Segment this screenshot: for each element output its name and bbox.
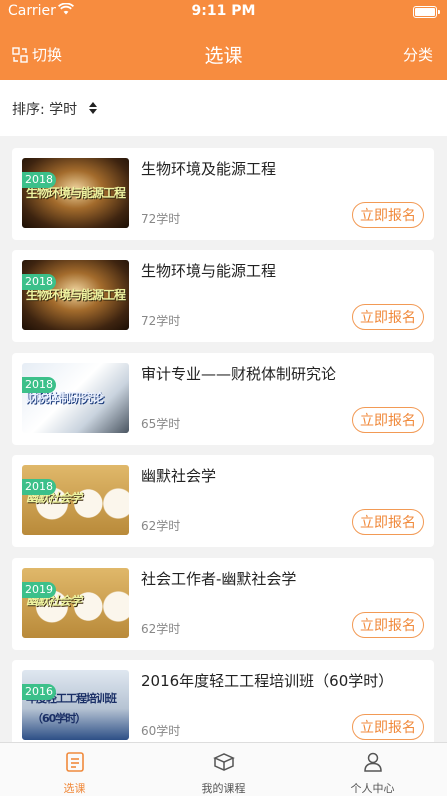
- switch-label: 切换: [32, 46, 63, 64]
- year-badge: 2016: [22, 684, 56, 700]
- course-card[interactable]: 幽默社会学 2018 幽默社会学 62学时 立即报名: [12, 455, 434, 547]
- course-thumbnail: 幽默社会学 2018: [22, 465, 129, 535]
- course-title: 生物环境及能源工程: [141, 160, 277, 178]
- course-hours: 62学时: [141, 519, 181, 533]
- tab-label: 选课: [63, 782, 86, 795]
- course-card[interactable]: 财税体制研究论 2018 审计专业——财税体制研究论 65学时 立即报名: [12, 353, 434, 445]
- course-card[interactable]: 生物环境与能源工程 2018 生物环境及能源工程 72学时 立即报名: [12, 148, 434, 240]
- course-select-icon: [66, 752, 84, 772]
- enroll-button[interactable]: 立即报名: [352, 509, 424, 535]
- switch-button[interactable]: 切换: [12, 44, 62, 65]
- course-title: 2016年度轻工工程培训班（60学时）: [141, 672, 394, 690]
- course-thumbnail: 生物环境与能源工程 2018: [22, 158, 129, 228]
- clock: 9:11 PM: [191, 3, 256, 19]
- year-badge: 2019: [22, 582, 56, 598]
- sort-label: 排序: 学时: [12, 102, 78, 118]
- course-thumbnail: 财税体制研究论 2018: [22, 363, 129, 433]
- status-bar: Carrier 9:11 PM: [0, 0, 447, 24]
- user-icon: [364, 752, 382, 772]
- enroll-button[interactable]: 立即报名: [352, 304, 424, 330]
- course-thumbnail: 幽默社会学 2019: [22, 568, 129, 638]
- tab-my-courses[interactable]: 我的课程: [149, 743, 298, 796]
- thumbnail-caption-hours: （60学时）: [32, 712, 86, 725]
- book-icon: [213, 753, 235, 771]
- year-badge: 2018: [22, 172, 56, 188]
- battery-icon: [413, 6, 440, 18]
- sort-bar[interactable]: 排序: 学时: [0, 80, 447, 136]
- app-header: Carrier 9:11 PM 切换 选课 分类: [0, 0, 447, 80]
- course-card[interactable]: 幽默社会学 2019 社会工作者-幽默社会学 62学时 立即报名: [12, 558, 434, 650]
- course-title: 社会工作者-幽默社会学: [141, 570, 297, 588]
- category-button[interactable]: 分类: [403, 44, 433, 65]
- course-hours: 72学时: [141, 212, 181, 226]
- tab-course-select[interactable]: 选课: [0, 743, 149, 796]
- year-badge: 2018: [22, 274, 56, 290]
- course-thumbnail: 生物环境与能源工程 2018: [22, 260, 129, 330]
- year-badge: 2018: [22, 479, 56, 495]
- enroll-button[interactable]: 立即报名: [352, 612, 424, 638]
- enroll-button[interactable]: 立即报名: [352, 407, 424, 433]
- switch-icon: [12, 46, 28, 63]
- tab-profile[interactable]: 个人中心: [298, 743, 447, 796]
- tab-bar: 选课 我的课程 个人中心: [0, 742, 447, 796]
- course-hours: 72学时: [141, 314, 181, 328]
- course-hours: 65学时: [141, 417, 181, 431]
- page-title: 选课: [204, 45, 243, 67]
- course-hours: 62学时: [141, 622, 181, 636]
- course-title: 生物环境与能源工程: [141, 262, 277, 280]
- enroll-button[interactable]: 立即报名: [352, 202, 424, 228]
- year-badge: 2018: [22, 377, 56, 393]
- course-title: 审计专业——财税体制研究论: [141, 365, 337, 383]
- tab-label: 我的课程: [201, 782, 246, 795]
- course-thumbnail: 年度轻工工程培训班 （60学时） 2016: [22, 670, 129, 740]
- sort-arrows-icon[interactable]: [88, 101, 98, 115]
- course-card[interactable]: 年度轻工工程培训班 （60学时） 2016 2016年度轻工工程培训班（60学时…: [12, 660, 434, 752]
- course-card[interactable]: 生物环境与能源工程 2018 生物环境与能源工程 72学时 立即报名: [12, 250, 434, 342]
- course-hours: 60学时: [141, 724, 181, 738]
- enroll-button[interactable]: 立即报名: [352, 714, 424, 740]
- course-title: 幽默社会学: [141, 467, 217, 485]
- tab-label: 个人中心: [350, 782, 395, 795]
